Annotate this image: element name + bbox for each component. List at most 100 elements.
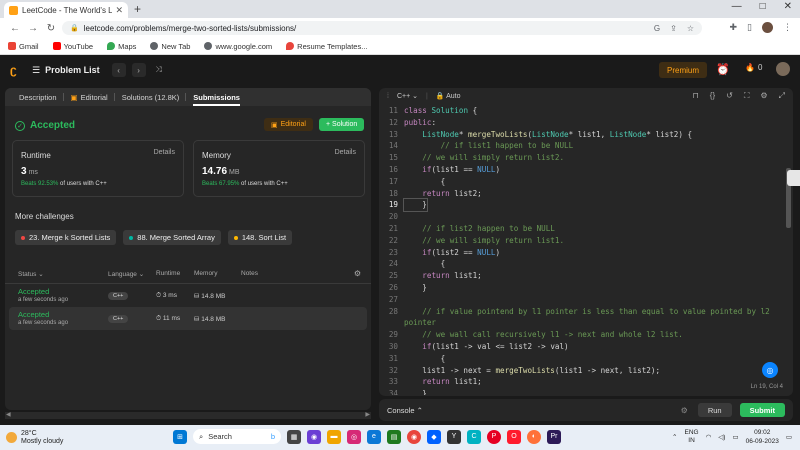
language-indicator[interactable]: ENG IN [685, 429, 699, 445]
code-line[interactable]: 20 [379, 211, 793, 223]
add-solution-button[interactable]: + Solution [319, 118, 365, 131]
reload-icon[interactable]: ↻ [42, 23, 60, 34]
shuffle-icon[interactable]: ⤨ [152, 63, 166, 77]
tab-submissions[interactable]: Submissions [186, 88, 247, 106]
editor-scrollbar[interactable] [786, 108, 791, 368]
memory-card[interactable]: Memory Details 14.76 MB Beats 67.95% of u… [193, 140, 365, 197]
runtime-card[interactable]: Runtime Details 3 ms Beats 92.53% of user… [12, 140, 184, 197]
code-line[interactable]: 16 if(list1 == NULL) [379, 164, 793, 176]
code-line[interactable]: 28 // if value pointend by l1 pointer is… [379, 306, 793, 318]
code-line[interactable]: 17 { [379, 176, 793, 188]
language-column-header[interactable]: Language ⌄ [108, 270, 156, 278]
clock[interactable]: 09:02 06-09-2023 [746, 428, 779, 446]
browser-tab[interactable]: LeetCode - The World's Leading ✕ [4, 2, 128, 18]
bookmark-google[interactable]: www.google.com [204, 42, 272, 51]
code-line[interactable]: 30 if(list1 -> val <= list2 -> val) [379, 341, 793, 353]
maximize-button[interactable]: □ [760, 1, 766, 12]
close-tab-icon[interactable]: ✕ [115, 5, 123, 16]
dropbox-icon[interactable]: ◆ [427, 429, 441, 444]
code-line[interactable]: pointer [379, 317, 793, 329]
submit-button[interactable]: Submit [739, 403, 785, 417]
editorial-button[interactable]: ▣ Editorial [264, 118, 313, 131]
back-arrow-icon[interactable]: ← [6, 23, 24, 34]
row-status[interactable]: Accepted [18, 310, 108, 319]
profile-avatar[interactable] [762, 22, 773, 33]
weather-widget[interactable]: 28°C Mostly cloudy [6, 430, 63, 446]
memory-details-link[interactable]: Details [335, 149, 356, 156]
code-line[interactable]: 27 [379, 294, 793, 306]
google-lens-icon[interactable]: G [654, 24, 660, 33]
forward-arrow-icon[interactable]: → [24, 23, 42, 34]
code-line[interactable]: 11 class Solution { [379, 105, 793, 117]
code-line[interactable]: 32 list1 -> next = mergeTwoLists(list1 -… [379, 365, 793, 377]
console-settings-icon[interactable]: ⚙ [681, 406, 688, 415]
tab-description[interactable]: Description [12, 88, 64, 106]
code-line[interactable]: 29 // we wall call recursively l1 -> nex… [379, 329, 793, 341]
edge-icon[interactable]: e [367, 429, 381, 444]
bookmark-icon[interactable]: ⊓ [693, 91, 699, 101]
runtime-details-link[interactable]: Details [154, 149, 175, 156]
gear-icon[interactable]: ⚙ [354, 269, 361, 278]
status-column-header[interactable]: Status ⌄ [18, 270, 108, 278]
notification-icon[interactable]: ▭ [786, 433, 792, 441]
challenge-chip[interactable]: 23. Merge k Sorted Lists [15, 230, 117, 245]
instagram-icon[interactable]: ◎ [347, 429, 361, 444]
tab-editorial[interactable]: ▣ Editorial [64, 88, 115, 106]
fullscreen-icon[interactable]: ⛶ [744, 91, 750, 101]
prev-problem-button[interactable]: ‹ [111, 63, 126, 77]
yahoo-icon[interactable]: Y [447, 429, 461, 444]
bookmark-maps[interactable]: Maps [107, 42, 136, 51]
tab-solutions[interactable]: Solutions (12.8K) [115, 88, 187, 106]
streak-counter[interactable]: 🔥 0 [745, 63, 762, 72]
store-icon[interactable]: ▤ [387, 429, 401, 444]
code-line[interactable]: 25 return list1; [379, 270, 793, 282]
teams-icon[interactable]: ◉ [307, 429, 321, 444]
code-line[interactable]: 18 return list2; [379, 188, 793, 200]
problem-list-link[interactable]: ☰ Problem List [32, 65, 100, 76]
pinterest-icon[interactable]: P [487, 429, 501, 444]
chrome-icon[interactable]: ◉ [407, 429, 421, 444]
code-line[interactable]: 23 if(list2 == NULL) [379, 247, 793, 259]
row-status[interactable]: Accepted [18, 287, 108, 296]
settings-icon[interactable]: ⚙ [760, 91, 767, 101]
sidepanel-icon[interactable]: ▯ [747, 22, 752, 33]
bookmark-star-icon[interactable]: ☆ [687, 24, 694, 33]
code-line[interactable]: 22 // we will simply return list1. [379, 235, 793, 247]
horizontal-scrollbar[interactable] [5, 411, 371, 419]
windows-start-icon[interactable]: ⊞ [173, 429, 187, 444]
code-line[interactable]: 15 // we will simply return list2. [379, 152, 793, 164]
new-tab-button[interactable]: + [134, 2, 141, 16]
share-icon[interactable]: ⇪ [670, 24, 677, 33]
code-line[interactable]: 19 } [379, 198, 793, 213]
code-line[interactable]: 26 } [379, 282, 793, 294]
chrome-menu-icon[interactable]: ⋮ [783, 22, 792, 33]
bookmark-new-tab[interactable]: New Tab [150, 42, 190, 51]
wifi-icon[interactable]: ◠ [706, 433, 712, 441]
premiere-icon[interactable]: Pr [547, 429, 561, 444]
code-line[interactable]: 12 public: [379, 117, 793, 129]
opera-icon[interactable]: O [507, 429, 521, 444]
drag-handle-icon[interactable]: ⁞ [387, 93, 389, 100]
bookmark-resume[interactable]: Resume Templates... [286, 42, 367, 51]
timer-icon[interactable]: ⏰ [716, 63, 730, 76]
user-avatar[interactable] [776, 62, 790, 76]
feedback-bubble-icon[interactable]: ◎ [762, 362, 778, 378]
code-line[interactable]: 13 ListNode* mergeTwoLists(ListNode* lis… [379, 129, 793, 141]
code-line[interactable]: 31 { [379, 353, 793, 365]
close-window-button[interactable]: ✕ [784, 1, 792, 12]
run-button[interactable]: Run [697, 403, 732, 417]
url-input[interactable]: 🔒 leetcode.com/problems/merge-two-sorted… [62, 21, 702, 35]
next-problem-button[interactable]: › [131, 63, 146, 77]
autocomplete-mode[interactable]: 🔒 Auto [436, 92, 461, 100]
challenge-chip[interactable]: 148. Sort List [227, 230, 293, 245]
chevron-up-icon[interactable]: ⌃ [672, 433, 677, 441]
code-line[interactable]: 21 // if list2 happen to be NULL [379, 223, 793, 235]
canva-icon[interactable]: C [467, 429, 481, 444]
firefox-icon[interactable]: ◐ [527, 429, 541, 444]
table-row[interactable]: Accepted a few seconds ago C++ ⏱ 3 ms ⛁ 1… [5, 284, 371, 307]
bookmark-gmail[interactable]: Gmail [8, 42, 39, 51]
language-select[interactable]: C++ ⌄ [397, 92, 418, 100]
side-panel-tab[interactable] [787, 170, 800, 186]
bookmark-youtube[interactable]: YouTube [52, 42, 93, 51]
extensions-puzzle-icon[interactable]: ✚ [730, 22, 738, 33]
